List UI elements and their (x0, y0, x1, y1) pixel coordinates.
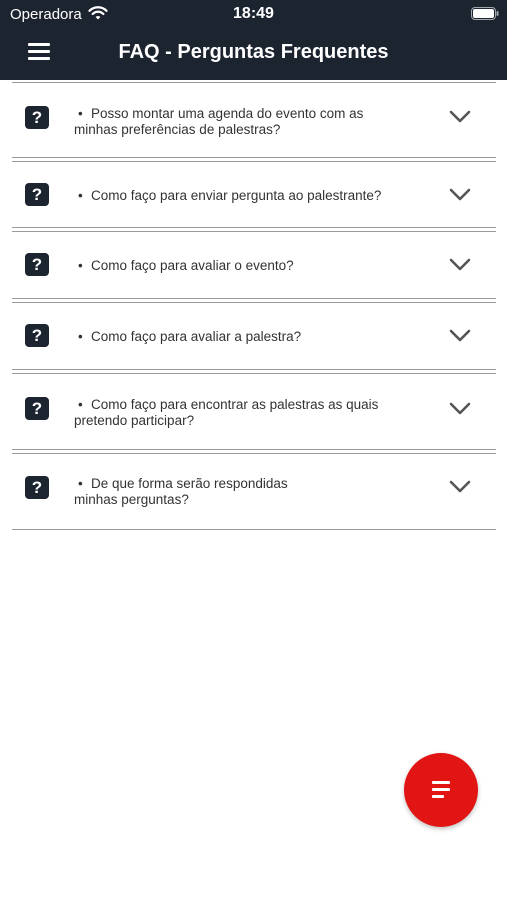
question-mark-icon: ? (25, 253, 49, 276)
question-mark-icon: ? (25, 183, 49, 206)
status-time: 18:49 (233, 5, 274, 22)
bullet: • (78, 397, 83, 412)
bullet: • (78, 329, 83, 344)
list-menu-icon (432, 781, 450, 784)
question-mark-icon: ? (25, 324, 49, 347)
bullet: • (78, 258, 83, 273)
faq-question: • Como faço para encontrar as palestras a… (74, 397, 404, 429)
faq-question: • Como faço para avaliar a palestra? (74, 329, 404, 345)
chevron-down-icon[interactable] (449, 329, 471, 343)
faq-item[interactable]: ? • De que forma serão respondidas minhas… (12, 453, 496, 530)
question-line-1: Como faço para avaliar a palestra? (91, 329, 302, 344)
faq-question: • Posso montar uma agenda do evento com a… (74, 106, 404, 138)
list-menu-button[interactable] (404, 753, 478, 827)
status-bar: Operadora 18:49 (0, 0, 507, 28)
question-line-1: Como faço para enviar pergunta ao palest… (91, 188, 382, 203)
question-line-1: De que forma serão respondidas (91, 476, 288, 491)
faq-item[interactable]: ? • Como faço para avaliar a palestra? (12, 302, 496, 370)
question-line-1: Posso montar uma agenda do evento com as (91, 106, 364, 121)
question-mark-icon: ? (25, 397, 49, 420)
question-line-1: Como faço para encontrar as palestras as… (91, 397, 379, 412)
question-line-1: Como faço para avaliar o evento? (91, 258, 294, 273)
app-header: Operadora 18:49 FAQ - Perguntas Frequent… (0, 0, 507, 80)
chevron-down-icon[interactable] (449, 110, 471, 124)
faq-question: • Como faço para avaliar o evento? (74, 258, 404, 274)
chevron-down-icon[interactable] (449, 258, 471, 272)
faq-question: • De que forma serão respondidas minhas p… (74, 476, 404, 508)
bullet: • (78, 188, 83, 203)
question-line-2: minhas perguntas? (74, 492, 189, 507)
chevron-down-icon[interactable] (449, 402, 471, 416)
battery-icon (471, 7, 499, 20)
question-mark-icon: ? (25, 476, 49, 499)
faq-item[interactable]: ? • Como faço para encontrar as palestras… (12, 373, 496, 450)
chevron-down-icon[interactable] (449, 188, 471, 202)
page-title: FAQ - Perguntas Frequentes (118, 41, 389, 63)
faq-list: ? • Posso montar uma agenda do evento com… (12, 80, 496, 530)
chevron-down-icon[interactable] (449, 480, 471, 494)
bullet: • (78, 106, 83, 121)
question-line-2: minhas preferências de palestras? (74, 122, 281, 137)
question-mark-icon: ? (25, 106, 49, 129)
faq-item[interactable]: ? • Como faço para avaliar o evento? (12, 231, 496, 299)
faq-question: • Como faço para enviar pergunta ao pales… (74, 188, 454, 204)
question-line-2: pretendo participar? (74, 413, 195, 428)
faq-item[interactable]: ? • Como faço para enviar pergunta ao pal… (12, 161, 496, 228)
bullet: • (78, 476, 83, 491)
faq-item[interactable]: ? • Posso montar uma agenda do evento com… (12, 82, 496, 158)
